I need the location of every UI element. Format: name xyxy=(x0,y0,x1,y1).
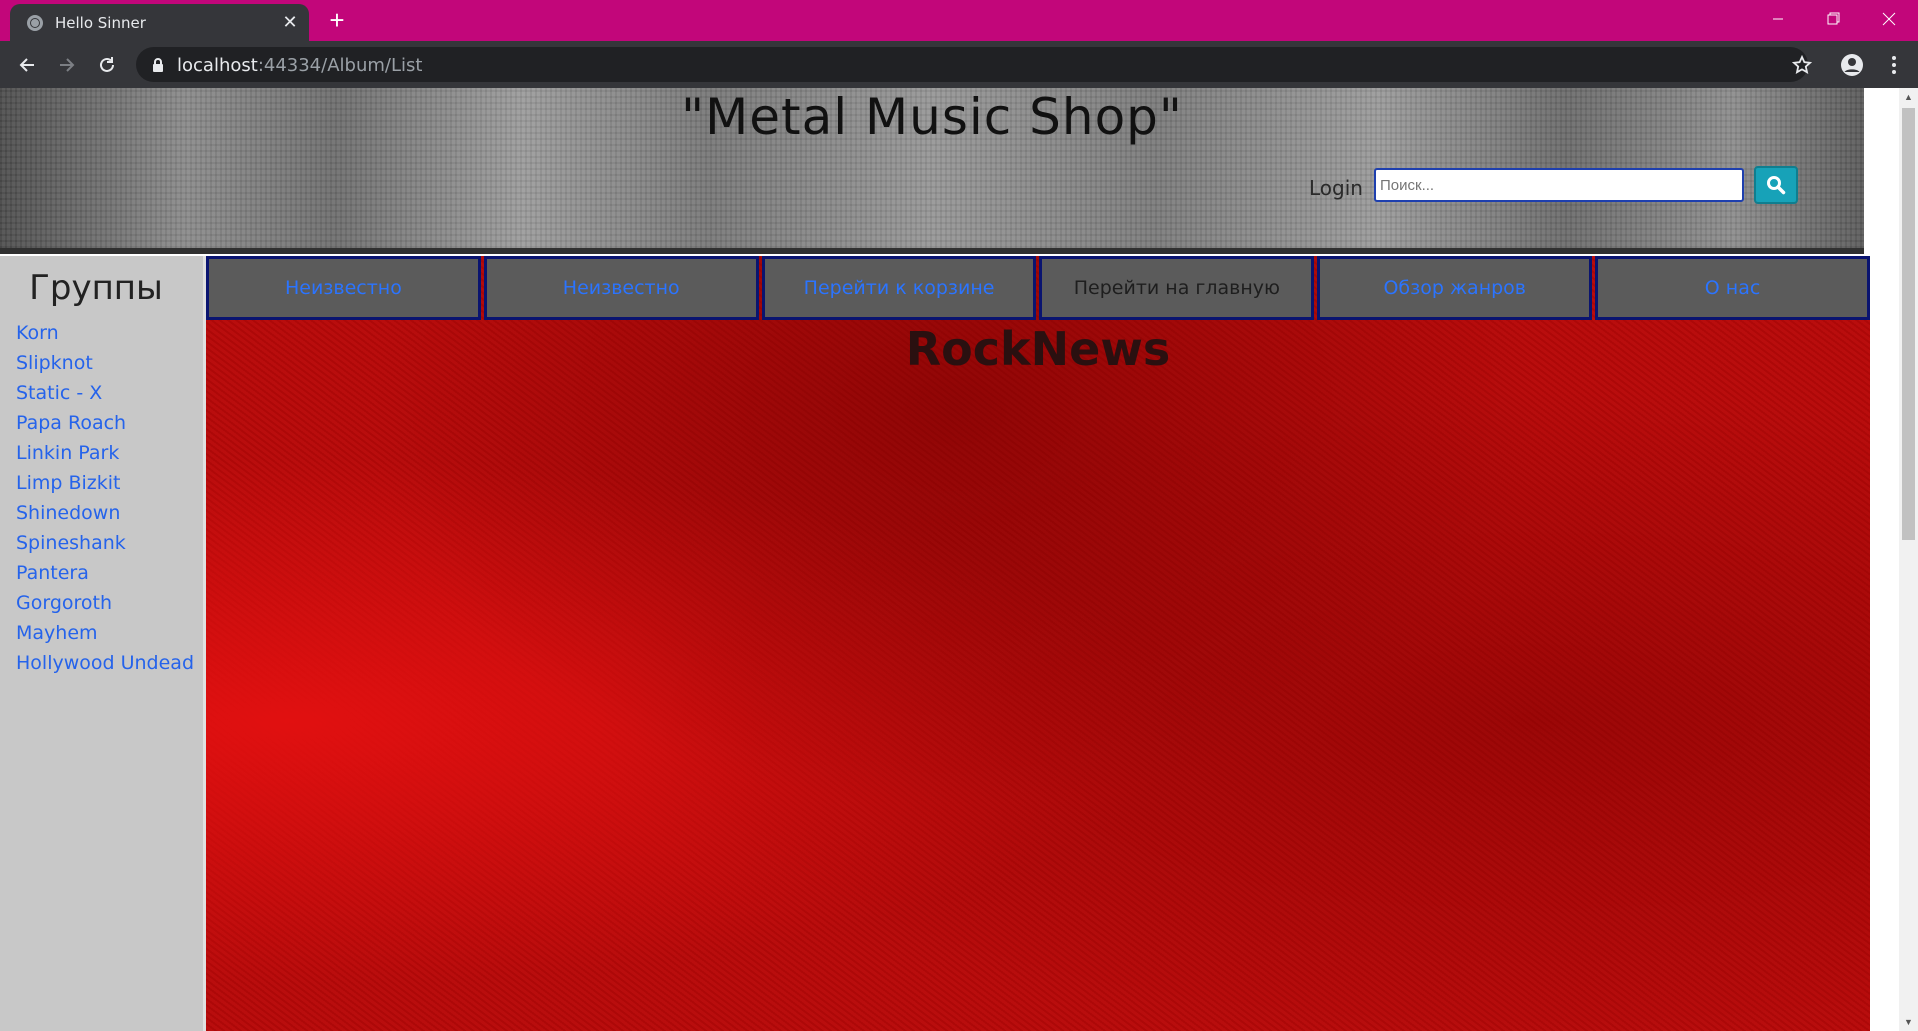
address-bar[interactable]: localhost:44334/Album/List xyxy=(136,47,1808,82)
bookmark-star-icon[interactable] xyxy=(1786,49,1818,81)
vertical-scrollbar[interactable]: ▲ ▼ xyxy=(1899,88,1918,1031)
new-tab-button[interactable]: + xyxy=(323,6,351,34)
close-window-button[interactable] xyxy=(1862,0,1916,37)
nav-item-home[interactable]: Перейти на главную xyxy=(1039,256,1315,320)
band-link[interactable]: Hollywood Undead xyxy=(16,648,194,678)
close-tab-icon[interactable]: ✕ xyxy=(279,11,301,33)
band-list: Korn Slipknot Static - X Papa Roach Link… xyxy=(16,318,194,678)
main-content: Неизвестно Неизвестно Перейти к корзине … xyxy=(206,256,1870,1031)
band-link[interactable]: Papa Roach xyxy=(16,408,194,438)
browser-tab[interactable]: Hello Sinner ✕ xyxy=(10,4,309,41)
band-link[interactable]: Spineshank xyxy=(16,528,194,558)
back-icon[interactable] xyxy=(11,49,43,81)
restore-button[interactable] xyxy=(1806,0,1860,37)
scroll-up-arrow-icon[interactable]: ▲ xyxy=(1903,92,1914,102)
nav-item-unknown-1[interactable]: Неизвестно xyxy=(206,256,481,320)
page-viewport: "Metal Music Shop" Login Группы Korn Sli… xyxy=(0,88,1918,1031)
band-link[interactable]: Linkin Park xyxy=(16,438,194,468)
globe-icon xyxy=(27,15,43,31)
forward-icon[interactable] xyxy=(51,49,83,81)
login-link[interactable]: Login xyxy=(1309,176,1363,200)
reload-icon[interactable] xyxy=(91,49,123,81)
band-link[interactable]: Limp Bizkit xyxy=(16,468,194,498)
nav-item-cart[interactable]: Перейти к корзине xyxy=(761,256,1037,320)
search-input[interactable] xyxy=(1374,168,1744,202)
search-icon xyxy=(1767,176,1786,195)
site-header: "Metal Music Shop" Login xyxy=(0,88,1864,254)
lock-icon xyxy=(153,58,163,72)
band-link[interactable]: Static - X xyxy=(16,378,194,408)
profile-icon[interactable] xyxy=(1836,49,1868,81)
scroll-down-arrow-icon[interactable]: ▼ xyxy=(1903,1017,1914,1027)
scrollbar-thumb[interactable] xyxy=(1902,108,1915,540)
site-title: "Metal Music Shop" xyxy=(681,88,1183,146)
band-link[interactable]: Mayhem xyxy=(16,618,194,648)
band-link[interactable]: Pantera xyxy=(16,558,194,588)
band-link[interactable]: Shinedown xyxy=(16,498,194,528)
band-link[interactable]: Korn xyxy=(16,318,194,348)
page-title: RockNews xyxy=(905,322,1171,376)
band-link[interactable]: Gorgoroth xyxy=(16,588,194,618)
sidebar-title: Группы xyxy=(29,268,163,308)
browser-title-bar: Hello Sinner ✕ + xyxy=(0,0,1918,41)
nav-item-about[interactable]: О нас xyxy=(1595,256,1870,320)
sidebar: Группы Korn Slipknot Static - X Papa Roa… xyxy=(0,256,206,1031)
browser-toolbar: localhost:44334/Album/List xyxy=(0,41,1918,88)
search-button[interactable] xyxy=(1754,166,1798,204)
url-text: localhost:44334/Album/List xyxy=(177,55,423,76)
nav-item-genres[interactable]: Обзор жанров xyxy=(1317,256,1593,320)
band-link[interactable]: Slipknot xyxy=(16,348,194,378)
main-nav: Неизвестно Неизвестно Перейти к корзине … xyxy=(206,256,1870,320)
kebab-menu-icon[interactable] xyxy=(1878,49,1910,81)
nav-item-unknown-2[interactable]: Неизвестно xyxy=(483,256,759,320)
tab-title: Hello Sinner xyxy=(55,14,146,32)
minimize-button[interactable] xyxy=(1751,0,1805,37)
